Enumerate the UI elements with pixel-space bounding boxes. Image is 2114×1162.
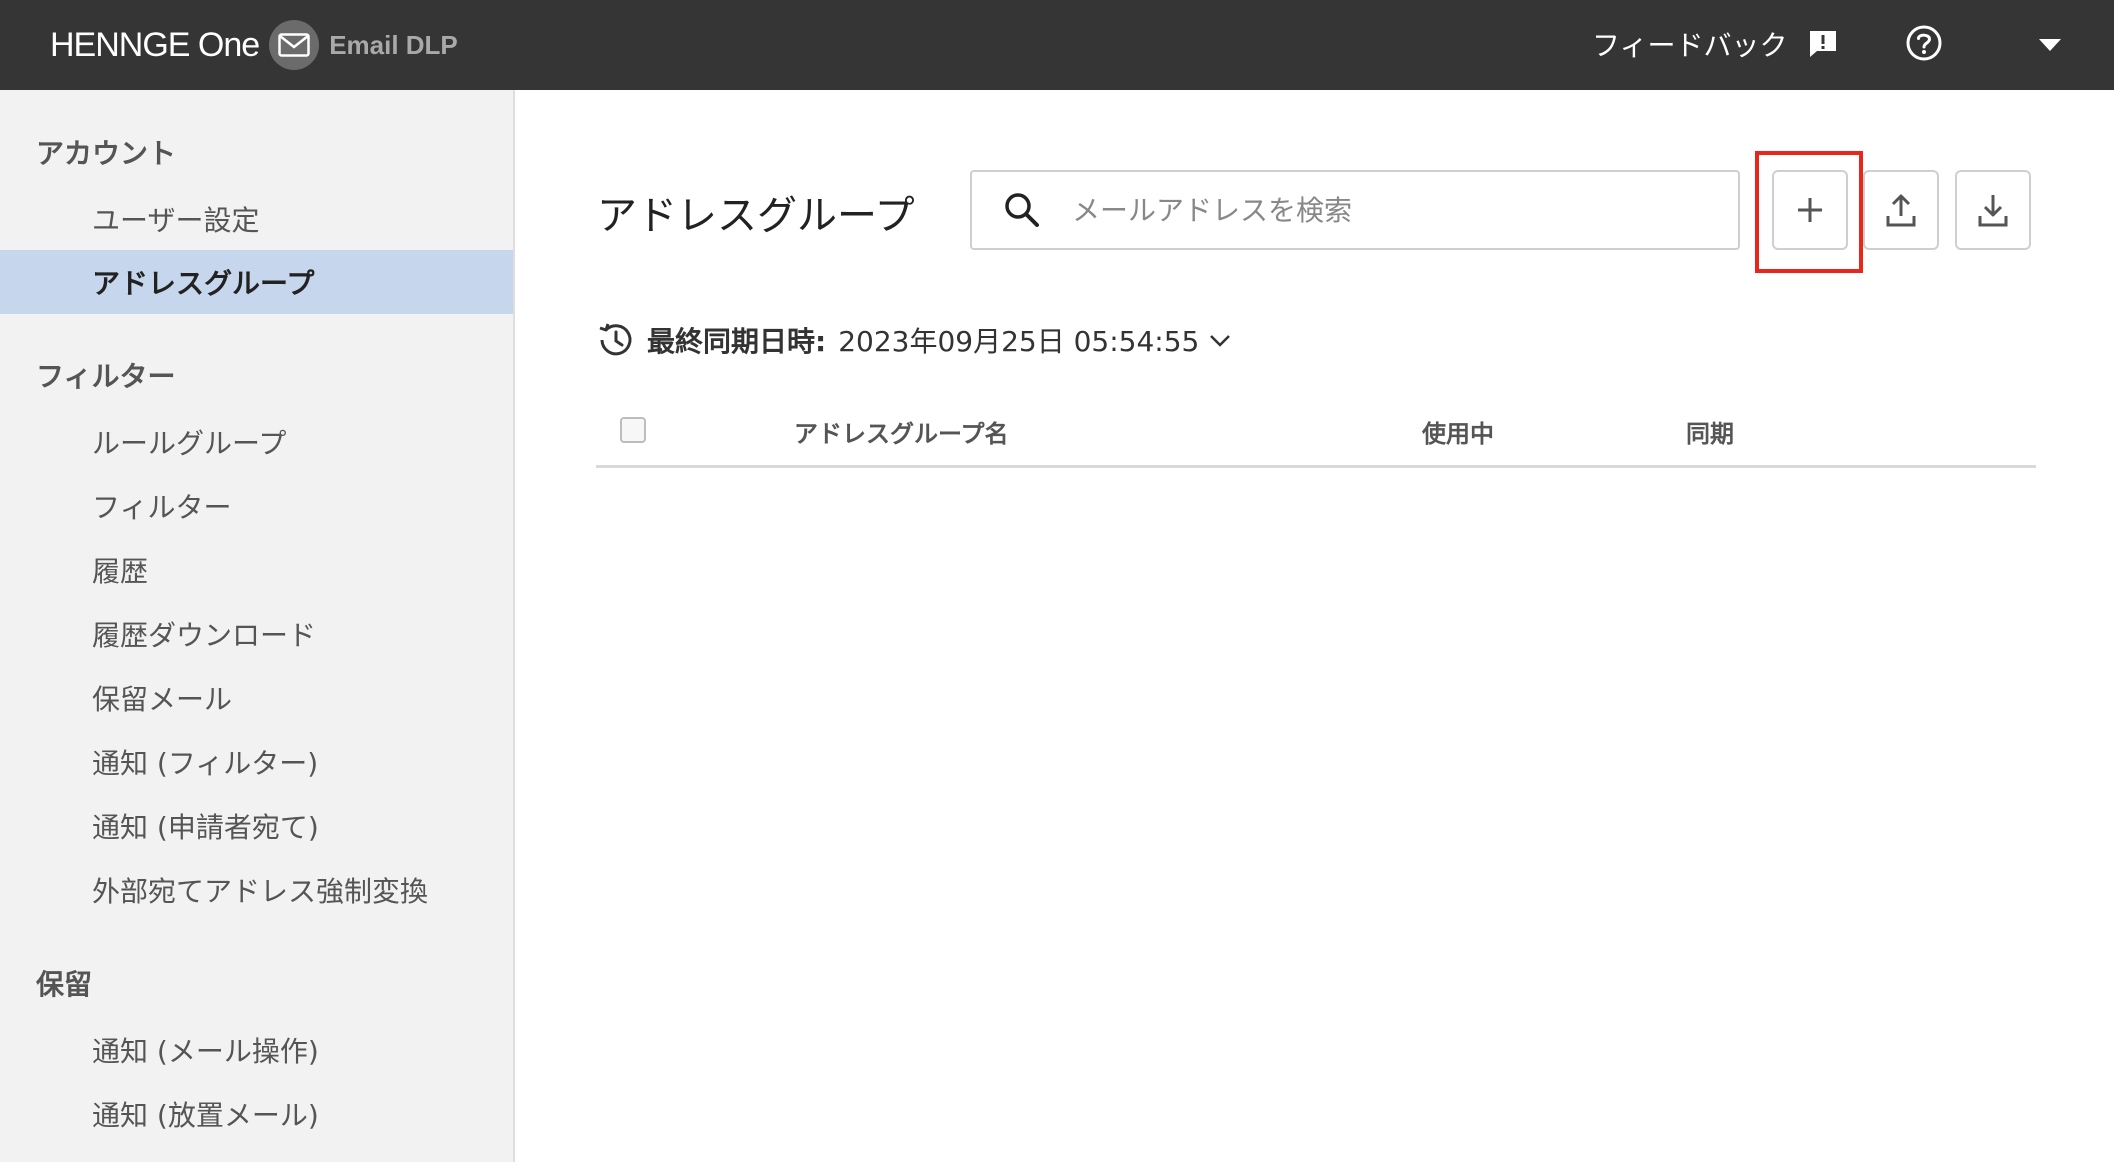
- sidebar-heading-hold: 保留: [36, 968, 93, 1001]
- help-icon[interactable]: [1905, 24, 1943, 62]
- sidebar-heading-filter: フィルター: [36, 360, 176, 393]
- sidebar-item-filters[interactable]: フィルター: [0, 474, 513, 538]
- column-header-group-name[interactable]: アドレスグループ名: [794, 414, 1009, 449]
- sidebar-item-history-download[interactable]: 履歴ダウンロード: [0, 602, 513, 666]
- page-title: アドレスグループ: [597, 193, 915, 239]
- feedback-link[interactable]: フィードバック: [1592, 22, 1839, 66]
- sidebar-heading-account: アカウント: [36, 137, 177, 170]
- last-sync-label: 最終同期日時:: [647, 325, 827, 358]
- feedback-icon: [1807, 28, 1839, 60]
- brand-logo: HENNGE One: [50, 25, 260, 64]
- sidebar-item-held-mail[interactable]: 保留メール: [0, 666, 513, 730]
- search-input[interactable]: [1072, 193, 1712, 227]
- product-name: Email DLP: [329, 29, 458, 60]
- sidebar-item-rule-groups[interactable]: ルールグループ: [0, 410, 513, 474]
- select-all-checkbox[interactable]: [620, 417, 646, 443]
- sidebar-item-external-address-rewrite[interactable]: 外部宛てアドレス強制変換: [0, 858, 513, 922]
- download-button[interactable]: [1955, 170, 2031, 250]
- column-header-sync[interactable]: 同期: [1686, 414, 1734, 449]
- sidebar-item-history[interactable]: 履歴: [0, 538, 513, 602]
- search-icon: [1002, 190, 1042, 230]
- last-sync-toggle[interactable]: 最終同期日時: 2023年09月25日 05:54:55: [597, 318, 1233, 362]
- column-header-in-use[interactable]: 使用中: [1422, 414, 1494, 449]
- sync-history-icon: [597, 321, 635, 359]
- table-header: アドレスグループ名 使用中 同期: [596, 400, 2036, 468]
- add-button-highlight: [1755, 151, 1863, 273]
- sidebar-item-address-groups[interactable]: アドレスグループ: [0, 250, 513, 314]
- sidebar-item-user-settings[interactable]: ユーザー設定: [0, 187, 513, 251]
- upload-button[interactable]: [1863, 170, 1939, 250]
- chevron-down-icon: [1207, 327, 1233, 353]
- last-sync-value: 2023年09月25日 05:54:55: [838, 325, 1200, 358]
- search-box[interactable]: [970, 170, 1740, 250]
- brand[interactable]: HENNGE One Email DLP: [50, 0, 458, 90]
- sidebar-item-notify-mail-operation[interactable]: 通知 (メール操作): [0, 1018, 513, 1082]
- mail-icon: [269, 20, 320, 70]
- sidebar-item-notify-filter[interactable]: 通知 (フィルター): [0, 730, 513, 794]
- feedback-label: フィードバック: [1592, 29, 1788, 62]
- download-icon: [1977, 192, 2009, 228]
- sidebar-item-notify-requester[interactable]: 通知 (申請者宛て): [0, 794, 513, 858]
- sidebar: アカウント ユーザー設定 アドレスグループ フィルター ルールグループ フィルタ…: [0, 90, 515, 1162]
- upload-icon: [1885, 192, 1917, 228]
- top-bar: HENNGE One Email DLP フィードバック: [0, 0, 2114, 90]
- sidebar-item-notify-abandoned-mail[interactable]: 通知 (放置メール): [0, 1082, 513, 1146]
- user-menu-caret-down-icon[interactable]: [2035, 30, 2065, 60]
